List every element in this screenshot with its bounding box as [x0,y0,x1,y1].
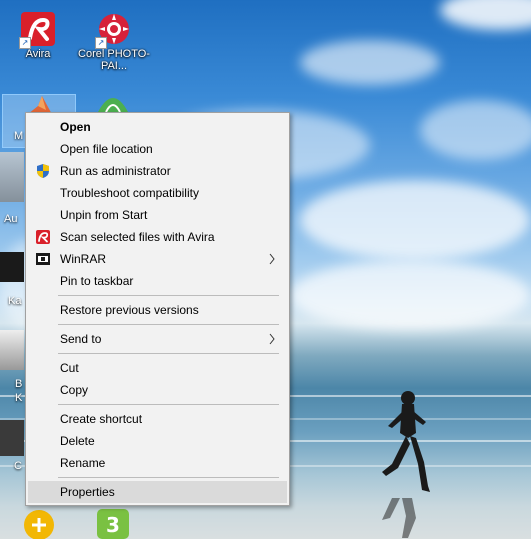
cloud [300,40,440,85]
green-three-icon: 3 [97,509,129,539]
menu-item-label: Cut [60,361,79,375]
menu-item-delete[interactable]: Delete [28,430,287,452]
partial-label: K [15,392,23,404]
chevron-right-icon [269,333,275,345]
menu-separator [58,404,279,405]
desktop-icon-label: Corel PHOTO-PAI... [78,48,150,72]
partial-app-icon [0,420,24,456]
desktop-icon-corel-photo-paint[interactable]: ↗ Corel PHOTO-PAI... [77,12,151,72]
menu-item-cut[interactable]: Cut [28,357,287,379]
cloud [420,100,531,160]
menu-item-label: Pin to taskbar [60,274,134,288]
shortcut-arrow-icon: ↗ [19,37,31,49]
menu-item-label: Restore previous versions [60,303,199,317]
partial-label: M [14,130,24,142]
corel-photo-paint-icon: ↗ [95,12,131,49]
cloud [440,0,531,30]
avira-icon [36,230,50,244]
menu-item-label: WinRAR [60,252,107,266]
menu-separator [58,295,279,296]
partial-label: Au [4,213,18,225]
partial-app-icon [0,330,24,370]
partial-app-icon [0,252,24,282]
shortcut-arrow-icon: ↗ [95,37,107,49]
menu-item-run-as-administrator[interactable]: Run as administrator [28,160,287,182]
green-app-icon [98,98,128,112]
menu-item-restore-previous-versions[interactable]: Restore previous versions [28,299,287,321]
menu-item-properties[interactable]: Properties [28,481,287,503]
menu-item-label: Open [60,120,91,134]
context-menu: Open Open file location Run as administr… [25,112,290,506]
menu-item-label: Send to [60,332,102,346]
menu-item-troubleshoot-compatibility[interactable]: Troubleshoot compatibility [28,182,287,204]
uac-shield-icon [37,164,49,178]
menu-item-open[interactable]: Open [28,116,287,138]
menu-item-winrar[interactable]: WinRAR [28,248,287,270]
svg-text:3: 3 [106,513,120,537]
menu-item-label: Copy [60,383,89,397]
menu-item-send-to[interactable]: Send to [28,328,287,350]
partial-label: C [14,460,22,472]
menu-item-label: Run as administrator [60,164,171,178]
menu-item-unpin-from-start[interactable]: Unpin from Start [28,204,287,226]
menu-item-label: Create shortcut [60,412,143,426]
menu-item-create-shortcut[interactable]: Create shortcut [28,408,287,430]
menu-item-label: Troubleshoot compatibility [60,186,199,200]
yellow-app-icon [24,510,54,539]
cloud [300,180,530,260]
avira-icon: ↗ [19,12,55,49]
runner-silhouette [382,391,430,492]
menu-item-label: Delete [60,434,95,448]
cloud [290,260,530,330]
partial-label: Ka [8,295,22,307]
menu-item-label: Open file location [60,142,153,156]
menu-item-label: Scan selected files with Avira [60,230,215,244]
menu-item-label: Rename [60,456,106,470]
partial-app-icon [0,152,24,202]
menu-separator [58,353,279,354]
menu-item-label: Unpin from Start [60,208,148,222]
desktop-icon-label: Avira [25,48,51,60]
chevron-right-icon [269,253,275,265]
menu-item-scan-with-avira[interactable]: Scan selected files with Avira [28,226,287,248]
desktop-icon-avira[interactable]: ↗ Avira [1,12,75,60]
menu-separator [58,477,279,478]
menu-item-copy[interactable]: Copy [28,379,287,401]
winrar-icon [36,253,50,265]
menu-item-pin-to-taskbar[interactable]: Pin to taskbar [28,270,287,292]
menu-separator [58,324,279,325]
menu-item-label: Properties [60,485,115,499]
runner-reflection [382,498,416,538]
menu-item-rename[interactable]: Rename [28,452,287,474]
partial-label: B [15,378,23,390]
menu-item-open-file-location[interactable]: Open file location [28,138,287,160]
